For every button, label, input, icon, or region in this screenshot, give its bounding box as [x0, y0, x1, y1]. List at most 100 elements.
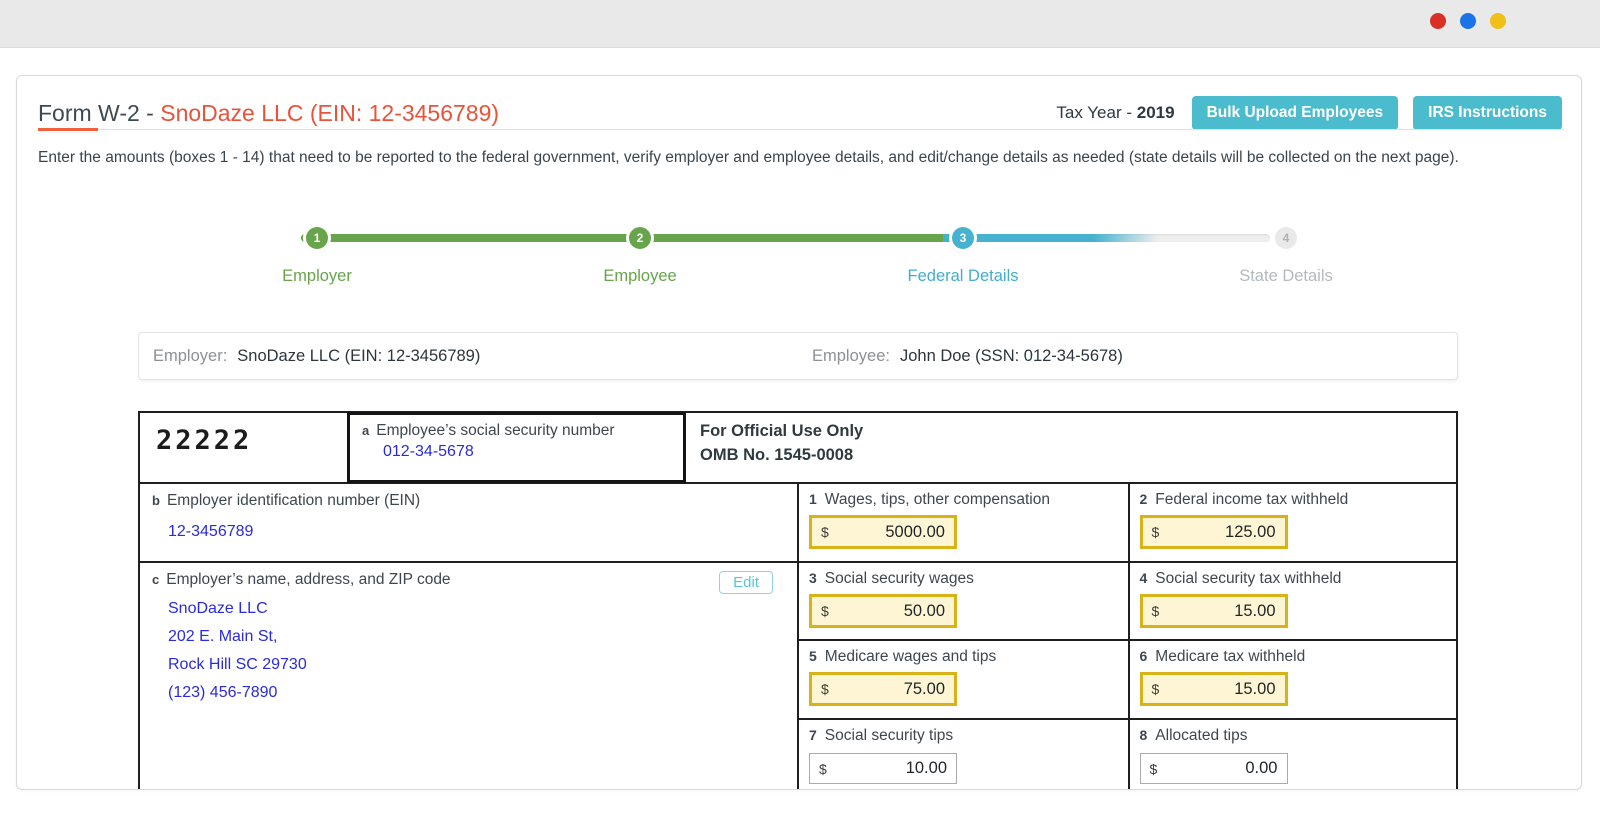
- progress-stepper: 1 2 3 4 Employer Employee Federal Detail…: [17, 214, 1581, 304]
- employer-summary-label: Employer:: [153, 346, 228, 365]
- title-divider: [38, 128, 1564, 131]
- employer-phone-line: (123) 456-7890: [168, 684, 278, 701]
- step-circle-state-details[interactable]: 4: [1275, 227, 1297, 249]
- employer-address-block: SnoDaze LLC 202 E. Main St, Rock Hill SC…: [168, 601, 785, 701]
- box-4-input[interactable]: $: [1139, 594, 1288, 628]
- edit-employer-button[interactable]: Edit: [719, 571, 773, 594]
- box-1-wages: 1 Wages, tips, other compensation $: [799, 484, 1128, 561]
- box-4-ss-tax: 4 Social security tax withheld $: [1127, 563, 1457, 639]
- step-label-employee[interactable]: Employee: [530, 267, 750, 286]
- official-use-only: For Official Use Only OMB No. 1545-0008: [686, 413, 1456, 482]
- step-circle-federal-details[interactable]: 3: [952, 227, 974, 249]
- box-3-input[interactable]: $: [809, 594, 957, 628]
- box-5-currency-symbol: $: [821, 681, 829, 697]
- box-2-value-field[interactable]: [1159, 522, 1276, 542]
- box-c-label: Employer’s name, address, and ZIP code: [166, 571, 451, 588]
- box-8-label: Allocated tips: [1155, 727, 1248, 744]
- box-b-letter: b: [152, 493, 160, 508]
- window-title-bar: [0, 0, 1600, 48]
- yellow-dot-window-control[interactable]: [1490, 13, 1506, 29]
- step-label-state-details[interactable]: State Details: [1176, 267, 1396, 286]
- employer-street-line: 202 E. Main St,: [168, 628, 278, 645]
- box-a-value: 012-34-5678: [383, 443, 474, 460]
- box-6-label: Medicare tax withheld: [1155, 648, 1306, 665]
- box-1-currency-symbol: $: [821, 524, 829, 540]
- box-6-value-field[interactable]: [1159, 679, 1276, 699]
- step-label-federal-details[interactable]: Federal Details: [853, 267, 1073, 286]
- box-3-currency-symbol: $: [821, 603, 829, 619]
- omb-number: OMB No. 1545-0008: [700, 445, 854, 464]
- box-a-label: Employee’s social security number: [376, 422, 615, 439]
- box-3-ss-wages: 3 Social security wages $: [799, 563, 1128, 639]
- box-7-number: 7: [809, 727, 817, 743]
- window-controls: [1430, 13, 1506, 29]
- instructions-text: Enter the amounts (boxes 1 - 14) that ne…: [38, 149, 1459, 166]
- box-4-label: Social security tax withheld: [1155, 570, 1342, 587]
- page-title-company: SnoDaze LLC (EIN: 12-3456789): [160, 99, 500, 126]
- box-b-label: Employer identification number (EIN): [166, 492, 421, 509]
- box-2-federal-tax: 2 Federal income tax withheld $: [1127, 484, 1457, 561]
- box-5-medicare-wages: 5 Medicare wages and tips $: [799, 641, 1128, 718]
- box-1-value-field[interactable]: [828, 522, 945, 542]
- box-7-label: Social security tips: [824, 727, 954, 744]
- blue-dot-window-control[interactable]: [1460, 13, 1476, 29]
- box-6-medicare-tax: 6 Medicare tax withheld $: [1127, 641, 1457, 718]
- box-a-letter: a: [362, 423, 370, 438]
- box-5-number: 5: [809, 648, 817, 664]
- box-6-number: 6: [1139, 648, 1148, 664]
- box-7-ss-tips: 7 Social security tips $: [799, 720, 1128, 789]
- box-5-input[interactable]: $: [809, 672, 957, 706]
- official-use-line1: For Official Use Only: [700, 422, 864, 440]
- page-title-prefix: Form W-2 -: [38, 99, 161, 126]
- step-circle-employer[interactable]: 1: [306, 227, 328, 249]
- box-a-employee-ssn: a Employee’s social security number 012-3…: [347, 412, 686, 483]
- box-2-number: 2: [1139, 491, 1148, 507]
- red-dot-window-control[interactable]: [1430, 13, 1446, 29]
- box-8-allocated-tips: 8 Allocated tips $: [1127, 720, 1457, 789]
- box-3-number: 3: [809, 570, 817, 586]
- box-c-letter: c: [152, 572, 160, 587]
- w2-control-number: 22222: [156, 425, 253, 456]
- employee-summary-label: Employee:: [812, 346, 890, 365]
- box-1-label: Wages, tips, other compensation: [824, 491, 1050, 508]
- box-b-value: 12-3456789: [168, 523, 254, 540]
- step-circle-employee[interactable]: 2: [629, 227, 651, 249]
- tax-year-label: Tax Year -: [1056, 103, 1137, 122]
- box-5-value-field[interactable]: [828, 679, 945, 699]
- box-c-employer-name-address: c Employer’s name, address, and ZIP code …: [140, 563, 797, 789]
- stepper-active-segment: [943, 234, 1158, 242]
- tax-year-value: 2019: [1136, 103, 1175, 122]
- step-label-employer[interactable]: Employer: [207, 267, 427, 286]
- box-3-value-field[interactable]: [828, 601, 945, 621]
- form-w2-card: Form W-2 - SnoDaze LLC (EIN: 12-3456789)…: [16, 75, 1582, 790]
- employee-summary-value: John Doe (SSN: 012-34-5678): [899, 346, 1123, 365]
- employer-city-line: Rock Hill SC 29730: [168, 656, 307, 673]
- box-b-employer-ein: b Employer identification number (EIN) 12…: [140, 484, 797, 563]
- box-8-value-field[interactable]: [1157, 759, 1278, 778]
- box-3-label: Social security wages: [824, 570, 974, 587]
- box-2-currency-symbol: $: [1151, 524, 1160, 540]
- irs-instructions-button[interactable]: IRS Instructions: [1413, 96, 1562, 130]
- box-5-label: Medicare wages and tips: [824, 648, 997, 665]
- box-2-label: Federal income tax withheld: [1155, 491, 1349, 508]
- employer-employee-summary-bar: Employer: SnoDaze LLC (EIN: 12-3456789) …: [138, 332, 1458, 380]
- box-8-currency-symbol: $: [1149, 760, 1158, 777]
- box-8-input[interactable]: $: [1139, 753, 1288, 784]
- page-title: Form W-2 - SnoDaze LLC (EIN: 12-3456789): [38, 100, 499, 127]
- box-7-value-field[interactable]: [826, 759, 947, 778]
- box-6-input[interactable]: $: [1139, 672, 1288, 706]
- tax-year: Tax Year - 2019: [1056, 103, 1174, 123]
- box-1-input[interactable]: $: [809, 515, 957, 549]
- box-4-value-field[interactable]: [1159, 601, 1276, 621]
- employer-name-line: SnoDaze LLC: [168, 600, 268, 617]
- w2-form-grid: 22222 a Employee’s social security number…: [138, 411, 1458, 789]
- box-7-input[interactable]: $: [809, 753, 957, 784]
- box-8-number: 8: [1139, 727, 1148, 743]
- card-header: Form W-2 - SnoDaze LLC (EIN: 12-3456789)…: [38, 96, 1562, 130]
- box-2-input[interactable]: $: [1139, 515, 1288, 549]
- box-4-currency-symbol: $: [1151, 603, 1160, 619]
- bulk-upload-employees-button[interactable]: Bulk Upload Employees: [1191, 96, 1399, 130]
- box-4-number: 4: [1139, 570, 1148, 586]
- employer-summary-value: SnoDaze LLC (EIN: 12-3456789): [237, 346, 481, 365]
- stepper-completed-segment: [301, 234, 947, 242]
